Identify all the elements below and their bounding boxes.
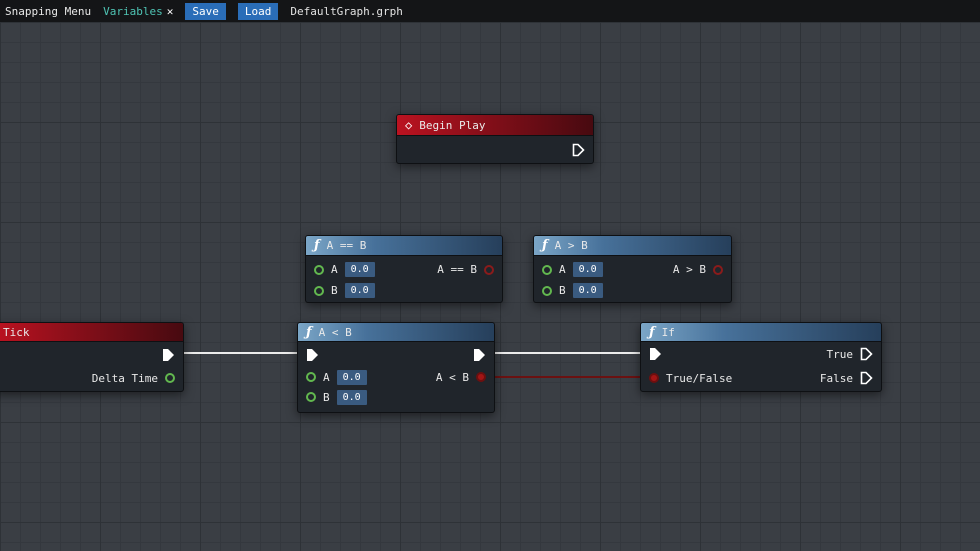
input-pin-a[interactable]	[314, 264, 324, 275]
exec-in-pin[interactable]	[306, 348, 319, 362]
node-header[interactable]: ƒ A == B	[306, 236, 502, 256]
node-a-equals-b[interactable]: ƒ A == B A 0.0 B 0.0 A == B	[305, 235, 503, 303]
exec-pin-icon	[572, 143, 585, 156]
load-button[interactable]: Load	[237, 2, 279, 20]
node-header[interactable]: ƒ A < B	[298, 323, 494, 342]
node-a-less-b[interactable]: ƒ A < B A 0.0 B 0.0 A < B	[297, 322, 495, 413]
graph-filename: DefaultGraph.grph	[290, 4, 403, 18]
node-header[interactable]: ƒ If	[641, 323, 881, 342]
function-icon: ƒ	[649, 324, 655, 340]
exec-out-pin-false[interactable]	[860, 371, 873, 385]
graph-canvas[interactable]: ◇ Begin Play ƒ A == B A 0.0 B 0.0 A == B	[0, 22, 980, 551]
exec-pin-icon	[650, 348, 661, 360]
output-label: A > B	[672, 263, 706, 276]
bool-in-pin[interactable]	[649, 373, 659, 383]
variables-tab-label: Variables	[103, 4, 163, 18]
exec-row	[0, 342, 183, 368]
exec-out-pin[interactable]	[572, 143, 585, 157]
bool-wire-altb-to-if[interactable]	[483, 376, 649, 378]
exec-row: True	[641, 342, 881, 366]
input-pin-a[interactable]	[542, 264, 552, 275]
output-label: False	[819, 371, 853, 385]
bool-out-pin[interactable]	[484, 264, 494, 275]
input-label: A	[323, 370, 330, 384]
close-icon[interactable]: ✕	[167, 5, 174, 18]
input-row: B 0.0	[534, 280, 731, 301]
exec-in-pin[interactable]	[649, 347, 662, 361]
exec-row	[298, 342, 494, 367]
bool-out-pin[interactable]	[476, 372, 486, 382]
exec-wire-altb-to-if[interactable]	[486, 352, 648, 354]
exec-out-pin[interactable]	[162, 348, 175, 362]
output-label: Delta Time	[91, 371, 158, 385]
function-icon: ƒ	[542, 238, 548, 253]
toolbar: Snapping Menu Variables ✕ Save Load Defau…	[0, 0, 980, 22]
exec-out-false: False	[820, 371, 873, 385]
exec-pin-icon	[860, 371, 873, 385]
value-input-a[interactable]: 0.0	[336, 369, 367, 385]
exec-out-pin[interactable]	[473, 348, 486, 362]
exec-pin-icon	[860, 347, 873, 361]
exec-out-true: True	[827, 347, 874, 361]
event-icon: ◇	[405, 118, 413, 132]
input-row: B 0.0	[298, 387, 494, 407]
exec-wire-tick-to-altb[interactable]	[174, 352, 310, 354]
node-a-greater-b[interactable]: ƒ A > B A 0.0 B 0.0 A > B	[533, 235, 732, 303]
number-out-pin[interactable]	[165, 373, 175, 383]
input-label: B	[559, 284, 566, 297]
function-icon: ƒ	[314, 238, 320, 253]
output-label: A == B	[437, 263, 477, 276]
node-header[interactable]: ◇ Begin Play	[397, 115, 593, 136]
exec-out-pin-true[interactable]	[860, 347, 873, 361]
node-title: Begin Play	[419, 118, 486, 132]
variables-tab[interactable]: Variables ✕	[103, 5, 173, 18]
value-input-b[interactable]: 0.0	[336, 389, 367, 405]
node-title: A == B	[326, 239, 367, 252]
input-pin-b[interactable]	[306, 392, 316, 402]
node-tick[interactable]: Tick Delta Time	[0, 322, 184, 392]
node-body-row	[397, 136, 593, 163]
output-label: True	[826, 347, 854, 361]
exec-pin-icon	[474, 348, 485, 361]
node-header[interactable]: ƒ A > B	[534, 236, 731, 256]
exec-pin-icon	[307, 348, 318, 361]
output-row: Delta Time	[0, 368, 183, 388]
condition-row: True/False False	[641, 366, 881, 390]
input-pin-a[interactable]	[306, 372, 316, 382]
node-if[interactable]: ƒ If True True/False False	[640, 322, 882, 392]
output-row: A < B	[436, 367, 486, 387]
input-label: B	[323, 390, 330, 404]
node-begin-play[interactable]: ◇ Begin Play	[396, 114, 594, 164]
input-label: B	[331, 284, 338, 297]
bool-out-pin[interactable]	[713, 264, 723, 275]
value-input-b[interactable]: 0.0	[572, 283, 603, 298]
input-label: A	[559, 263, 566, 276]
output-label: A < B	[435, 370, 469, 384]
node-title: Tick	[3, 325, 30, 339]
save-button[interactable]: Save	[185, 2, 226, 20]
output-row: A > B	[673, 259, 723, 280]
value-input-a[interactable]: 0.0	[572, 262, 603, 277]
function-icon: ƒ	[306, 324, 312, 340]
node-title: A > B	[554, 239, 588, 252]
node-header[interactable]: Tick	[0, 323, 183, 342]
input-pin-b[interactable]	[542, 285, 552, 296]
input-pin-b[interactable]	[314, 285, 324, 296]
input-label: True/False	[666, 371, 733, 385]
exec-pin-icon	[163, 349, 174, 361]
node-title: If	[661, 325, 675, 339]
output-row: A == B	[437, 259, 494, 280]
node-title: A < B	[318, 325, 352, 339]
input-label: A	[331, 263, 338, 276]
value-input-a[interactable]: 0.0	[344, 262, 375, 277]
input-row: B 0.0	[306, 280, 502, 301]
value-input-b[interactable]: 0.0	[344, 283, 375, 298]
snapping-menu-button[interactable]: Snapping Menu	[5, 5, 91, 18]
